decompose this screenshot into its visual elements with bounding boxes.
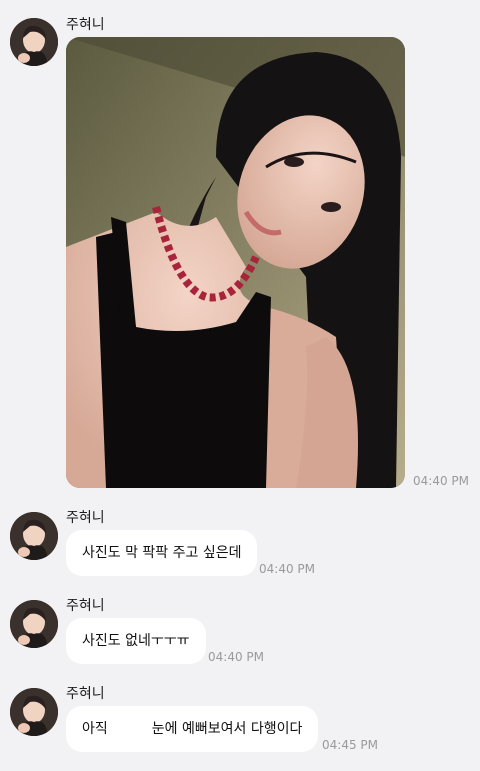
sender-name: 주혀니	[66, 17, 105, 33]
timestamp: 04:40 PM	[259, 562, 315, 576]
avatar[interactable]	[10, 600, 58, 648]
sender-name: 주혀니	[66, 686, 105, 702]
sender-name: 주혀니	[66, 510, 105, 526]
timestamp: 04:40 PM	[208, 650, 264, 664]
message-text-end: 눈에 예뻐보여서 다행이다	[151, 721, 303, 737]
chat-thread: 주혀니 04:40 PM 주혀니 사진도 막 팍팍 주고 싶은데 04:40 P…	[0, 0, 480, 771]
message-text-start: 아직	[82, 721, 108, 737]
timestamp: 04:45 PM	[322, 738, 378, 752]
avatar[interactable]	[10, 18, 58, 66]
avatar[interactable]	[10, 688, 58, 736]
message-bubble[interactable]: 사진도 막 팍팍 주고 싶은데	[66, 530, 258, 576]
avatar[interactable]	[10, 512, 58, 560]
photo-message[interactable]	[66, 37, 405, 488]
timestamp: 04:40 PM	[413, 474, 469, 488]
message-bubble[interactable]: 사진도 없네ㅜㅜㅠ	[66, 618, 206, 664]
message-bubble[interactable]: 아직 눈에 예뻐보여서 다행이다	[66, 706, 319, 752]
sender-name: 주혀니	[66, 598, 105, 614]
